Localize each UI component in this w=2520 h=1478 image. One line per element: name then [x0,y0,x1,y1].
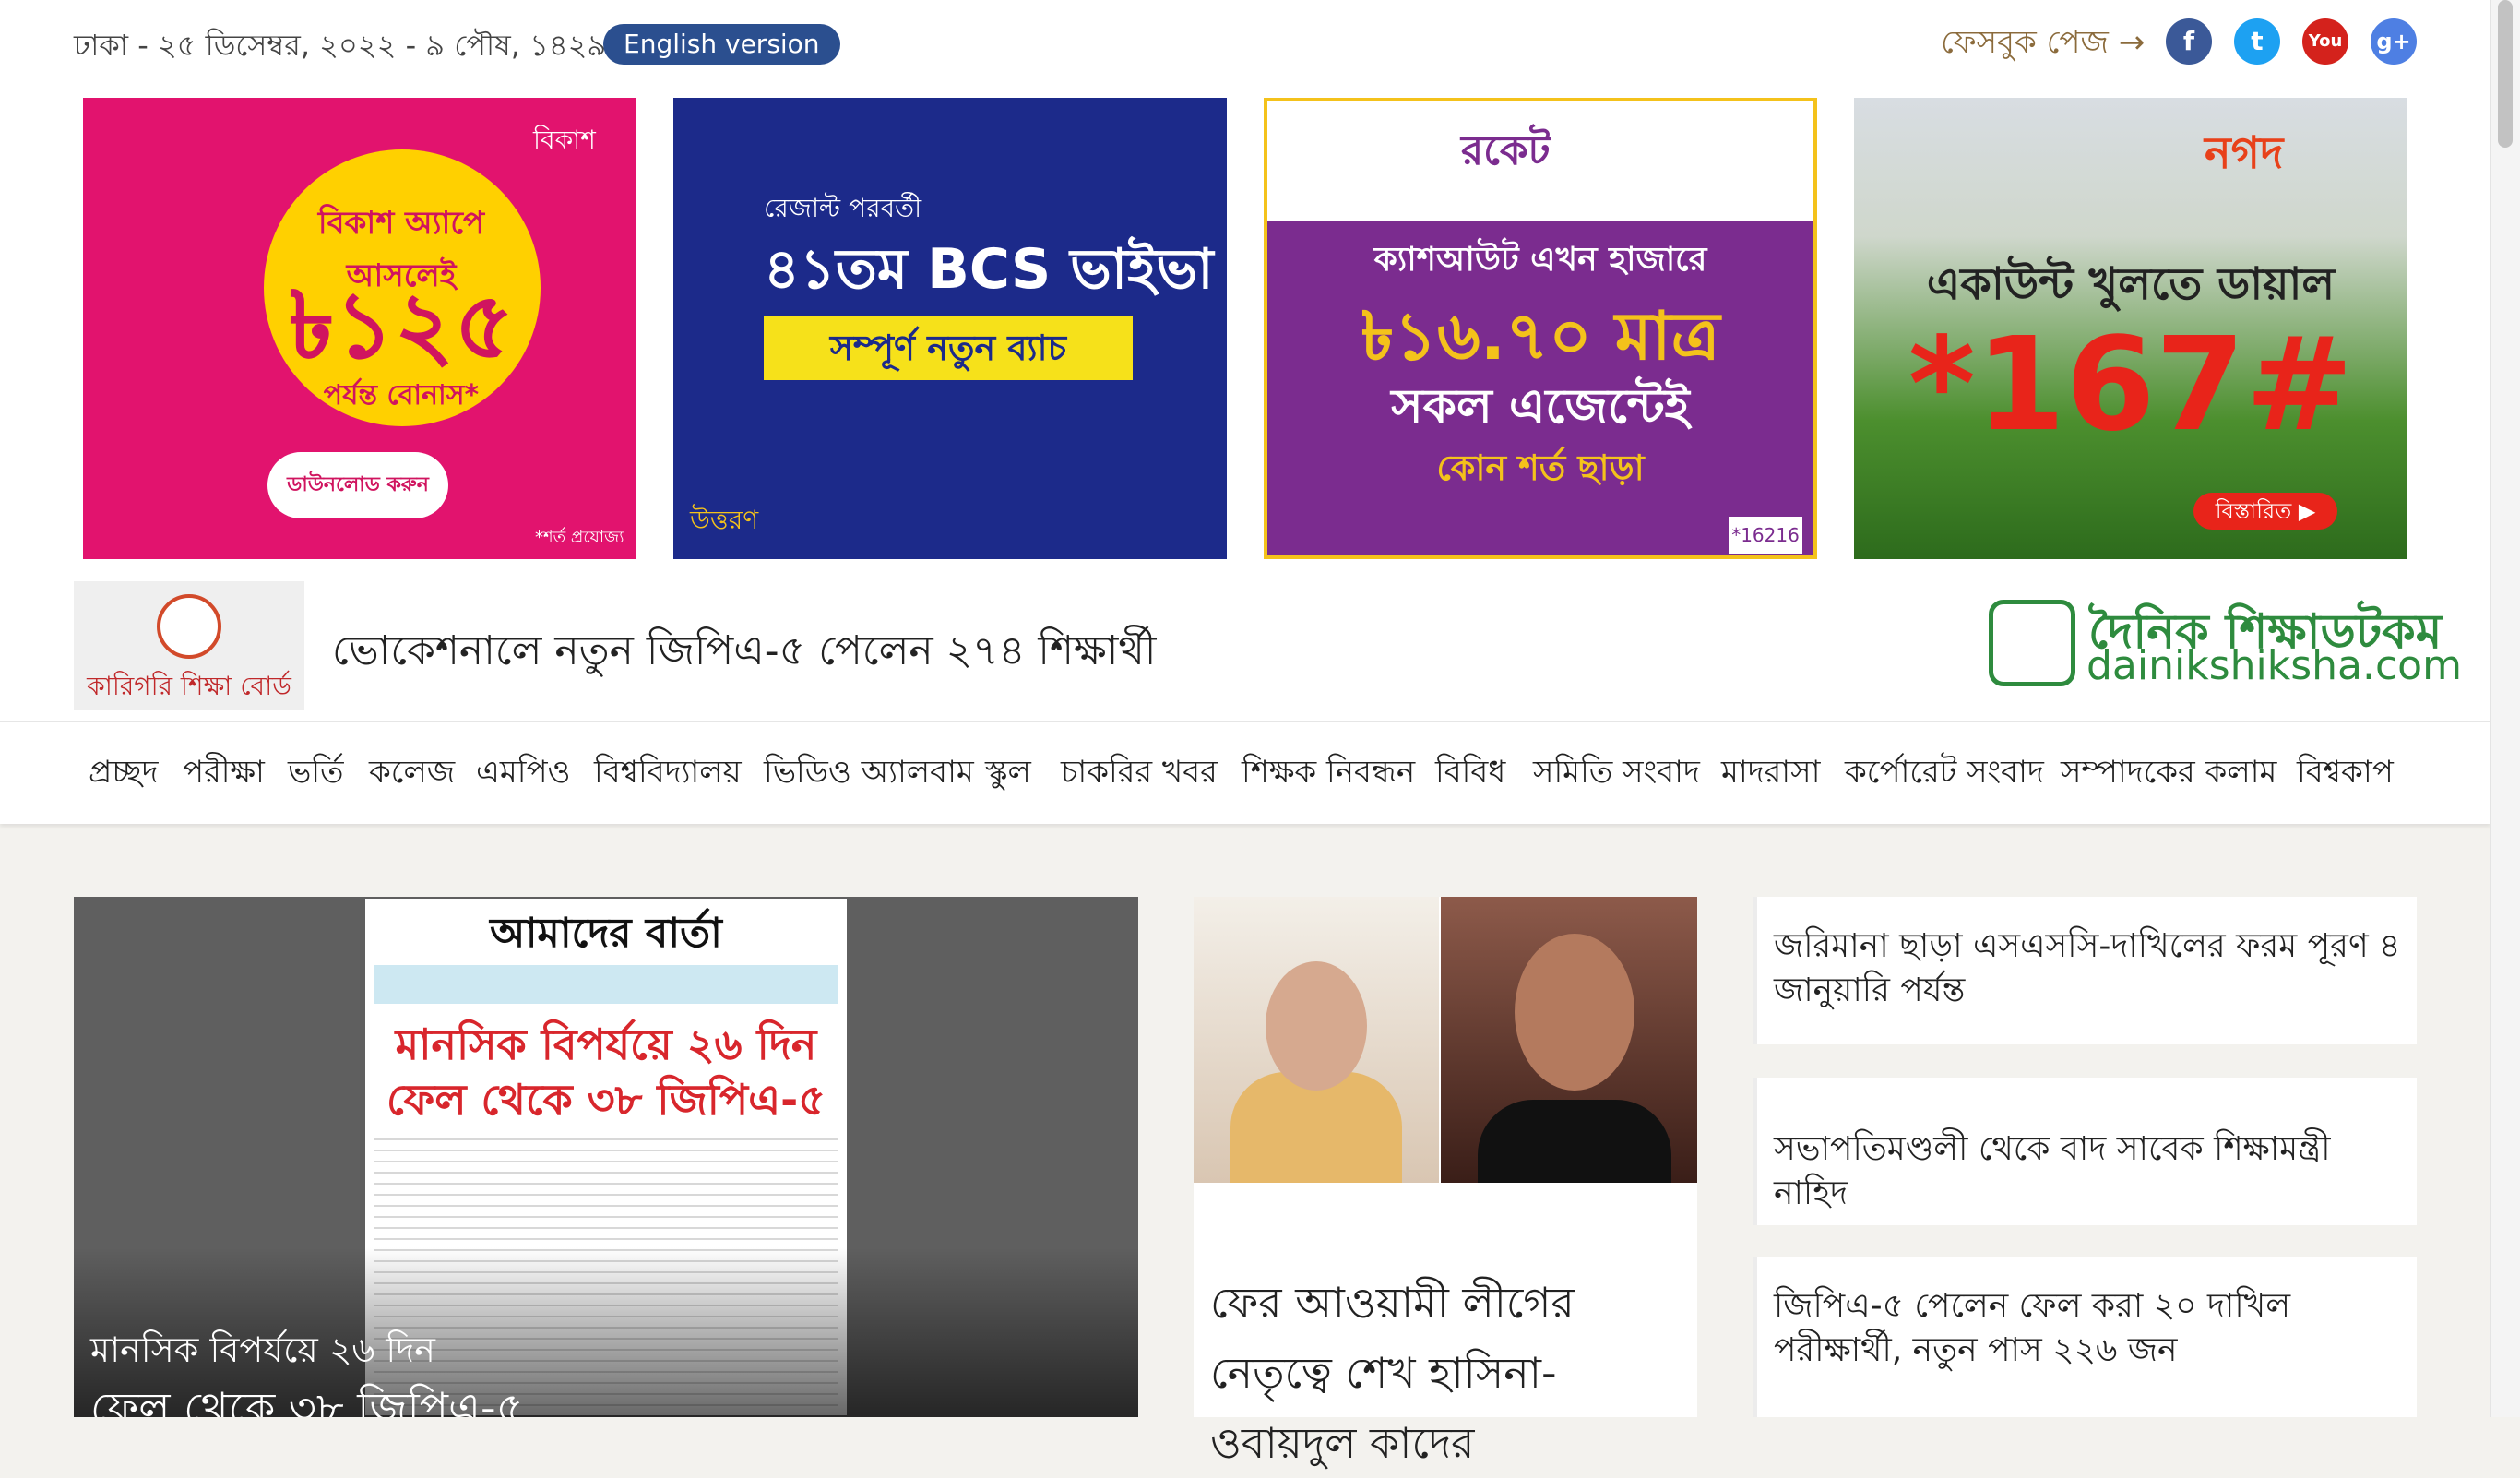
rocket-logo: রকেট [1461,127,1551,174]
feature-story[interactable]: ফের আওয়ামী লীগের নেতৃত্বে শেখ হাসিনা-ওব… [1194,897,1697,1468]
side-news-item[interactable]: সভাপতিমণ্ডলী থেকে বাদ সাবেক শিক্ষামন্ত্র… [1753,1078,2417,1225]
nav-item[interactable]: বিশ্ববিদ্যালয় [594,748,742,801]
nagad-ad-code: *167# [1908,310,2354,460]
nav-item[interactable]: বিবিধ [1435,748,1505,801]
nav-item[interactable]: ভর্তি [288,748,344,801]
photo-coat [1478,1100,1671,1183]
sheikh-hasina-photo [1194,897,1439,1183]
bcs-ad-line1: রেজাল্ট পরবর্তী [764,193,922,223]
rocket-ad-line4: কোন শর্ত ছাড়া [1436,447,1645,488]
technical-board-logo[interactable]: কারিগরি শিক্ষা বোর্ড [74,581,304,710]
lead-story-caption-2[interactable]: ফেল থেকে ৩৮ জিপিএ-৫ [90,1377,523,1417]
bkash-logo: বিকাশ [533,125,596,155]
nav-item[interactable]: ভিডিও অ্যালবাম [764,748,974,801]
main-nav: প্রচ্ছদ পরীক্ষা ভর্তি কলেজ এমপিও বিশ্ববি… [0,721,2490,824]
newspaper-masthead: আমাদের বার্তা [490,910,722,957]
uttoron-logo: উত্তরণ [690,505,759,535]
scrollbar-thumb[interactable] [2498,0,2513,148]
nav-item[interactable]: চাকরির খবর [1061,748,1218,801]
photo-face [1515,934,1634,1091]
bkash-ad-note: *শর্ত প্রযোজ্য [535,528,624,547]
rocket-ad-line1: ক্যাশআউট এখন হাজারে [1373,241,1707,279]
nav-item[interactable]: মাদরাসা [1721,748,1820,801]
side-news-title[interactable]: সভাপতিমণ্ডলী থেকে বাদ সাবেক শিক্ষামন্ত্র… [1774,1127,2401,1216]
rocket-ad-code: *16216 [1729,517,1802,554]
side-news-item[interactable]: জরিমানা ছাড়া এসএসসি-দাখিলের ফরম পূরণ ৪ … [1753,897,2417,1044]
photo-face [1266,961,1367,1091]
newspaper-headline-2: ফেল থেকে ৩৮ জিপিএ-৫ [386,1075,826,1125]
nagad-ad[interactable]: নগদ একাউন্ট খুলতে ডায়াল *167# বিস্তারিত… [1854,98,2407,559]
side-news-title[interactable]: জিপিএ-৫ পেলেন ফেল করা ২০ দাখিল পরীক্ষার্… [1774,1284,2401,1373]
feature-story-title[interactable]: ফের আওয়ামী লীগের নেতৃত্বে শেখ হাসিনা-ওব… [1210,1268,1681,1478]
pen-logo-icon[interactable] [1989,600,2075,686]
facebook-icon[interactable]: f [2166,18,2212,65]
lead-story[interactable]: আমাদের বার্তা মানসিক বিপর্যয়ে ২৬ দিন ফে… [74,897,1138,1417]
obaidul-quader-photo [1441,897,1697,1183]
lead-story-caption-1[interactable]: মানসিক বিপর্যয়ে ২৬ দিন [90,1323,435,1382]
nagad-logo: নগদ [2205,127,2284,179]
rocket-ad-line3: সকল এজেন্টেই [1391,379,1690,435]
google-plus-icon[interactable]: g+ [2371,18,2417,65]
board-seal-icon [157,594,221,659]
bcs-ad-band: সম্পূর্ণ নতুন ব্যাচ [764,316,1133,380]
nav-item[interactable]: বিশ্বকাপ [2297,748,2394,801]
youtube-icon[interactable]: You [2302,18,2348,65]
bcs-ad[interactable]: রেজাল্ট পরবর্তী ৪১তম BCS ভাইভা সম্পূর্ণ … [673,98,1227,559]
newspaper-photo-strip [374,965,838,1004]
bcs-ad-line2: ৪১তম BCS ভাইভা [764,237,1214,302]
page-scrollbar[interactable] [2490,0,2520,1417]
nagad-details-button[interactable]: বিস্তারিত ▶ [2193,493,2337,530]
nav-item[interactable]: কলেজ [369,748,455,801]
twitter-icon[interactable]: t [2234,18,2280,65]
board-label: কারিগরি শিক্ষা বোর্ড [87,671,291,701]
nav-item[interactable]: প্রচ্ছদ [89,748,158,801]
rocket-ad[interactable]: রকেট ক্যাশআউট এখন হাজারে ৳১৬.৭০ মাত্র সক… [1264,98,1817,559]
nav-item[interactable]: সমিতি সংবাদ [1533,748,1700,801]
side-news-title[interactable]: জরিমানা ছাড়া এসএসসি-দাখিলের ফরম পূরণ ৪ … [1774,924,2401,1013]
nav-item[interactable]: পরীক্ষা [183,748,265,801]
english-version-button[interactable]: English version [603,24,840,65]
nav-item[interactable]: স্কুল [985,748,1031,801]
nav-item[interactable]: শিক্ষক নিবন্ধন [1242,748,1415,801]
bkash-ad-line2: পর্যন্ত বোনাস* [323,379,480,411]
bkash-ad[interactable]: বিকাশ বিকাশ অ্যাপে আসলেই ৳১২৫ পর্যন্ত বো… [83,98,636,559]
nav-item[interactable]: এমপিও [476,748,571,801]
nav-item[interactable]: সম্পাদকের কলাম [2061,748,2276,801]
facebook-page-link[interactable]: ফেসবুক পেজ → [1941,18,2145,71]
date-text: ঢাকা - ২৫ ডিসেম্বর, ২০২২ - ৯ পৌষ, ১৪২৯ [74,28,607,63]
bkash-download-button[interactable]: ডাউনলোড করুন [267,452,448,518]
site-url[interactable]: dainikshiksha.com [2086,642,2462,689]
nav-item[interactable]: কর্পোরেট সংবাদ [1845,748,2044,801]
side-news-item[interactable]: জিপিএ-৫ পেলেন ফেল করা ২০ দাখিল পরীক্ষার্… [1753,1257,2417,1417]
top-headline-link[interactable]: ভোকেশনালে নতুন জিপিএ-৫ পেলেন ২৭৪ শিক্ষার… [332,620,1157,687]
